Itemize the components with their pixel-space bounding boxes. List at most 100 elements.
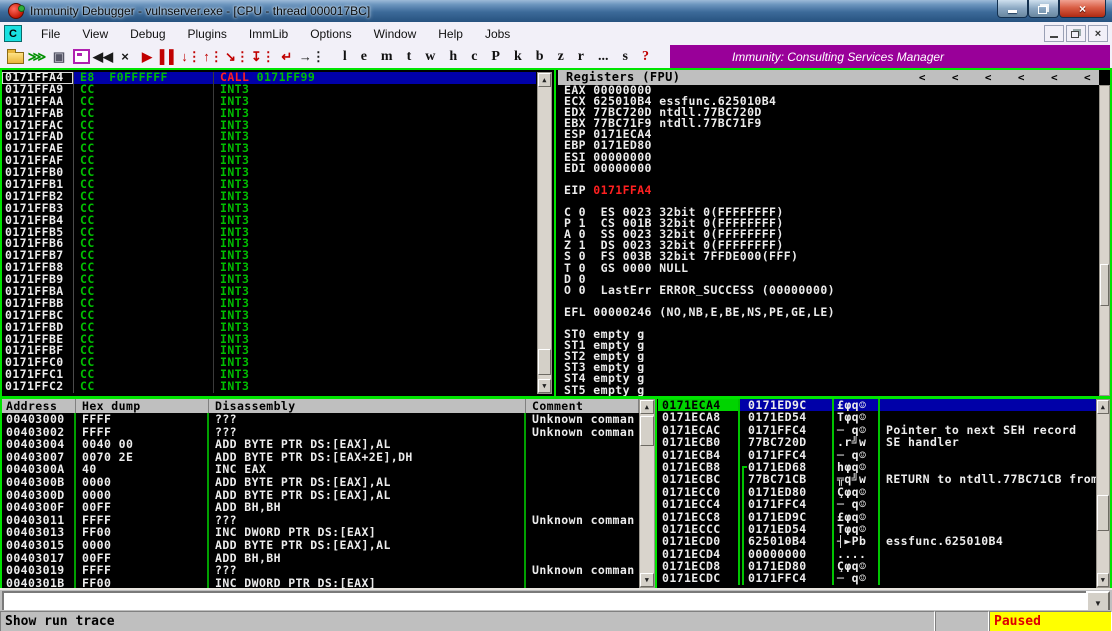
disasm-row[interactable]: 0171FFBFCCINT3: [2, 345, 536, 357]
disasm-row[interactable]: 0171FFA9CCINT3: [2, 84, 536, 96]
dump-row[interactable]: 004030070070 2EADD BYTE PTR DS:[EAX+2E],…: [2, 451, 639, 464]
stack-pane[interactable]: 0171ECA40171ED9C£φq☺0171ECA80171ED54Tφq☺…: [658, 399, 1096, 588]
register-line[interactable]: [558, 196, 1099, 207]
pause-button[interactable]: ▌▌: [159, 47, 179, 67]
disasm-row[interactable]: 0171FFB5CCINT3: [2, 227, 536, 239]
toolbar-letter-button[interactable]: ?: [635, 49, 656, 65]
dump-row[interactable]: 00403000FFFF???Unknown comman: [2, 413, 639, 426]
stack-scrollbar[interactable]: ▲ ▼: [1096, 399, 1110, 588]
register-line[interactable]: ST2 empty g: [558, 351, 1099, 362]
menu-item-immlib[interactable]: ImmLib: [238, 24, 299, 44]
dump-pane[interactable]: Address Hex dump Disassembly Comment 004…: [2, 399, 639, 588]
disasm-row[interactable]: 0171FFACCCINT3: [2, 120, 536, 132]
disassembly-scrollbar[interactable]: ▲ ▼: [537, 72, 552, 394]
stack-row[interactable]: 0171ECD80171ED80Çφq☺: [658, 560, 1096, 572]
scroll-thumb[interactable]: [1097, 495, 1109, 531]
menu-item-file[interactable]: File: [30, 24, 71, 44]
stack-row[interactable]: 0171ECD0625010B4┤►Pbessfunc.625010B4: [658, 535, 1096, 547]
run-button[interactable]: ▶: [137, 47, 157, 67]
register-line[interactable]: Z 1 DS 0023 32bit 0(FFFFFFFF): [558, 240, 1099, 251]
stack-row[interactable]: 0171ECA80171ED54Tφq☺: [658, 411, 1096, 423]
toolbar-letter-button[interactable]: t: [400, 49, 419, 65]
stack-row[interactable]: 0171ECB80171ED68hφq☺: [658, 461, 1096, 473]
registers-scrollbar[interactable]: [1099, 85, 1110, 396]
disasm-row[interactable]: 0171FFAECCINT3: [2, 143, 536, 155]
register-line[interactable]: ECX 625010B4 essfunc.625010B4: [558, 96, 1099, 107]
disasm-row[interactable]: 0171FFB6CCINT3: [2, 238, 536, 250]
dump-row[interactable]: 0040300A40INC EAX: [2, 463, 639, 476]
dump-row[interactable]: 0040300D0000ADD BYTE PTR DS:[EAX],AL: [2, 489, 639, 502]
trace-into-button[interactable]: ↘⋮: [225, 47, 249, 67]
register-line[interactable]: T 0 GS 0000 NULL: [558, 263, 1099, 274]
menu-item-options[interactable]: Options: [299, 24, 362, 44]
disasm-row[interactable]: 0171FFBACCINT3: [2, 286, 536, 298]
collapse-chevron[interactable]: <: [985, 70, 992, 85]
dump-row[interactable]: 00403011FFFF???Unknown comman: [2, 514, 639, 527]
toolbar-letter-button[interactable]: w: [418, 49, 442, 65]
disassembly-pane[interactable]: 0171FFA4E8 F0FFFFFFCALL 0171FF990171FFA9…: [2, 72, 536, 394]
menu-item-jobs[interactable]: Jobs: [474, 24, 521, 44]
register-line[interactable]: ST3 empty g: [558, 362, 1099, 373]
disasm-row[interactable]: 0171FFB9CCINT3: [2, 274, 536, 286]
register-line[interactable]: O 0 LastErr ERROR_SUCCESS (00000000): [558, 285, 1099, 296]
register-line[interactable]: ESI 00000000: [558, 152, 1099, 163]
mdi-minimize-button[interactable]: [1044, 25, 1064, 42]
toolbar-letter-button[interactable]: s: [616, 49, 635, 65]
collapse-chevron[interactable]: <: [1018, 70, 1025, 85]
menu-item-help[interactable]: Help: [427, 24, 474, 44]
register-line[interactable]: ST4 empty g: [558, 373, 1099, 384]
register-line[interactable]: ESP 0171ECA4: [558, 129, 1099, 140]
menu-item-window[interactable]: Window: [363, 24, 428, 44]
dump-scrollbar[interactable]: ▲ ▼: [639, 399, 655, 588]
scroll-down-arrow[interactable]: ▼: [1097, 573, 1109, 587]
stack-row[interactable]: 0171ECC00171ED80Çφq☺: [658, 486, 1096, 498]
toolbar-letter-button[interactable]: c: [464, 49, 484, 65]
collapse-chevron[interactable]: <: [1051, 70, 1058, 85]
stack-row[interactable]: 0171ECB40171FFC4─ q☺: [658, 449, 1096, 461]
stack-row[interactable]: 0171ECDC0171FFC4─ q☺: [658, 572, 1096, 584]
dump-row[interactable]: 004030040040 00ADD BYTE PTR DS:[EAX],AL: [2, 438, 639, 451]
disasm-row[interactable]: 0171FFB4CCINT3: [2, 215, 536, 227]
step-into-button[interactable]: ↓⋮: [181, 47, 201, 67]
register-line[interactable]: EBP 0171ED80: [558, 140, 1099, 151]
toolbar-letter-button[interactable]: P: [484, 49, 507, 65]
open-file-button[interactable]: [5, 47, 25, 67]
toolbar-letter-button[interactable]: l: [336, 49, 354, 65]
collapse-chevron[interactable]: <: [952, 70, 959, 85]
stack-row[interactable]: 0171ECD400000000....: [658, 548, 1096, 560]
toolbar-letter-button[interactable]: h: [442, 49, 464, 65]
register-line[interactable]: ST1 empty g: [558, 340, 1099, 351]
close-button[interactable]: ×: [1059, 0, 1106, 18]
toolbar-letter-button[interactable]: z: [551, 49, 571, 65]
restart-button[interactable]: ⋙: [27, 47, 47, 67]
register-line[interactable]: [558, 318, 1099, 329]
register-line[interactable]: ST0 empty g: [558, 329, 1099, 340]
disasm-row[interactable]: 0171FFB1CCINT3: [2, 179, 536, 191]
collapse-chevron[interactable]: <: [1084, 70, 1091, 85]
cpu-window-icon[interactable]: C: [4, 25, 22, 42]
register-line[interactable]: EBX 77BC71F9 ntdll.77BC71F9: [558, 118, 1099, 129]
toolbar-letter-button[interactable]: r: [571, 49, 591, 65]
scroll-thumb[interactable]: [538, 349, 551, 375]
disasm-row[interactable]: 0171FFBBCCINT3: [2, 298, 536, 310]
collapse-chevron[interactable]: <: [919, 70, 926, 85]
registers-pane[interactable]: Registers (FPU) <<<<<< EAX 00000000ECX 6…: [558, 70, 1099, 396]
dump-row[interactable]: 0040300B0000ADD BYTE PTR DS:[EAX],AL: [2, 476, 639, 489]
scroll-thumb[interactable]: [1100, 264, 1109, 306]
register-line[interactable]: EDX 77BC720D ntdll.77BC720D: [558, 107, 1099, 118]
stack-row[interactable]: 0171ECC80171ED9C£φq☺: [658, 511, 1096, 523]
disasm-row[interactable]: 0171FFC1CCINT3: [2, 369, 536, 381]
stack-row[interactable]: 0171ECCC0171ED54Tφq☺: [658, 523, 1096, 535]
dump-row[interactable]: 00403002FFFF???Unknown comman: [2, 426, 639, 439]
disasm-row[interactable]: 0171FFA4E8 F0FFFFFFCALL 0171FF99: [2, 72, 536, 84]
toolbar-letter-button[interactable]: k: [507, 49, 529, 65]
scroll-up-arrow[interactable]: ▲: [640, 400, 654, 414]
dump-row[interactable]: 0040300F00FFADD BH,BH: [2, 501, 639, 514]
dump-row[interactable]: 0040301BFF00INC DWORD PTR DS:[EAX]: [2, 577, 639, 588]
disasm-row[interactable]: 0171FFC2CCINT3: [2, 381, 536, 393]
minimize-button[interactable]: [997, 0, 1028, 18]
register-line[interactable]: EFL 00000246 (NO,NB,E,BE,NS,PE,GE,LE): [558, 307, 1099, 318]
terminate-button[interactable]: ×: [115, 47, 135, 67]
dump-row[interactable]: 0040301700FFADD BH,BH: [2, 552, 639, 565]
menu-item-view[interactable]: View: [71, 24, 119, 44]
